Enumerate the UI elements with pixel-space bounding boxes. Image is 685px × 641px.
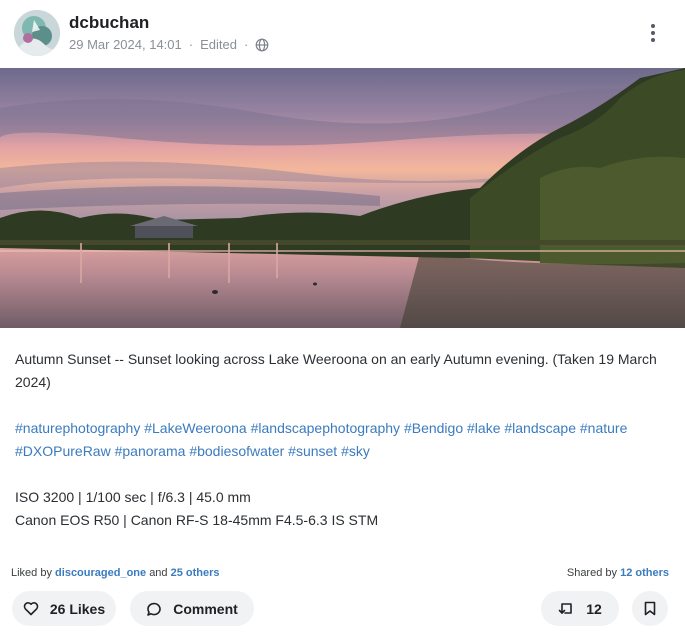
post-timestamp[interactable]: 29 Mar 2024, 14:01 — [69, 37, 182, 52]
bookmark-button[interactable] — [632, 591, 668, 626]
separator-dot: · — [243, 37, 249, 52]
globe-icon — [255, 38, 269, 52]
hashtag-link[interactable]: #nature — [580, 420, 627, 436]
post-header: dcbuchan 29 Mar 2024, 14:01 · Edited · — [0, 0, 685, 68]
author-name[interactable]: dcbuchan — [69, 13, 149, 33]
exif-line-1: ISO 3200 | 1/100 sec | f/6.3 | 45.0 mm — [15, 489, 251, 505]
hashtag-link[interactable]: #bodiesofwater — [189, 443, 284, 459]
like-button[interactable]: 26 Likes — [12, 591, 116, 626]
hashtag-link[interactable]: #sunset — [288, 443, 337, 459]
liked-by-user-link[interactable]: discouraged_one — [55, 567, 146, 579]
hashtag-link[interactable]: #LakeWeeroona — [144, 420, 246, 436]
liked-by-line: Liked by discouraged_one and 25 others — [11, 567, 220, 579]
hashtag-link[interactable]: #lake — [467, 420, 500, 436]
more-dot-icon — [651, 31, 655, 35]
repost-icon — [558, 603, 573, 614]
hashtag-link[interactable]: #panorama — [115, 443, 186, 459]
shared-by-line: Shared by 12 others — [567, 567, 669, 579]
share-count: 12 — [586, 600, 602, 617]
edited-label[interactable]: Edited — [200, 37, 237, 52]
liked-by-prefix: Liked by — [11, 567, 52, 579]
hashtag-link[interactable]: #Bendigo — [404, 420, 463, 436]
post-meta: 29 Mar 2024, 14:01 · Edited · — [69, 37, 269, 52]
comment-icon — [147, 602, 161, 616]
more-dot-icon — [651, 24, 655, 28]
post-caption: Autumn Sunset -- Sunset looking across L… — [15, 351, 657, 390]
avatar[interactable] — [14, 10, 60, 56]
heart-icon — [23, 602, 39, 616]
hashtag-list: #naturephotography #LakeWeeroona #landsc… — [15, 417, 670, 463]
separator-dot: · — [188, 37, 194, 52]
more-options-button[interactable] — [643, 20, 663, 46]
share-button[interactable]: 12 — [541, 591, 619, 626]
comment-label: Comment — [173, 600, 238, 617]
hashtag-link[interactable]: #sky — [341, 443, 370, 459]
shared-by-others-link[interactable]: 12 others — [620, 567, 669, 579]
bookmark-icon — [644, 601, 656, 616]
post-card: dcbuchan 29 Mar 2024, 14:01 · Edited · A… — [0, 0, 685, 641]
post-photo[interactable] — [0, 68, 685, 328]
liked-by-and: and — [149, 567, 168, 579]
exif-line-2: Canon EOS R50 | Canon RF-S 18-45mm F4.5-… — [15, 512, 379, 528]
hashtag-link[interactable]: #naturephotography — [15, 420, 140, 436]
liked-by-others-link[interactable]: 25 others — [171, 567, 220, 579]
hashtag-link[interactable]: #DXOPureRaw — [15, 443, 111, 459]
hashtag-link[interactable]: #landscape — [504, 420, 576, 436]
more-dot-icon — [651, 38, 655, 42]
hashtag-link[interactable]: #landscapephotography — [251, 420, 400, 436]
post-body: Autumn Sunset -- Sunset looking across L… — [15, 348, 670, 532]
likes-label: 26 Likes — [49, 600, 106, 617]
shared-by-prefix: Shared by — [566, 567, 618, 579]
comment-button[interactable]: Comment — [130, 591, 254, 626]
